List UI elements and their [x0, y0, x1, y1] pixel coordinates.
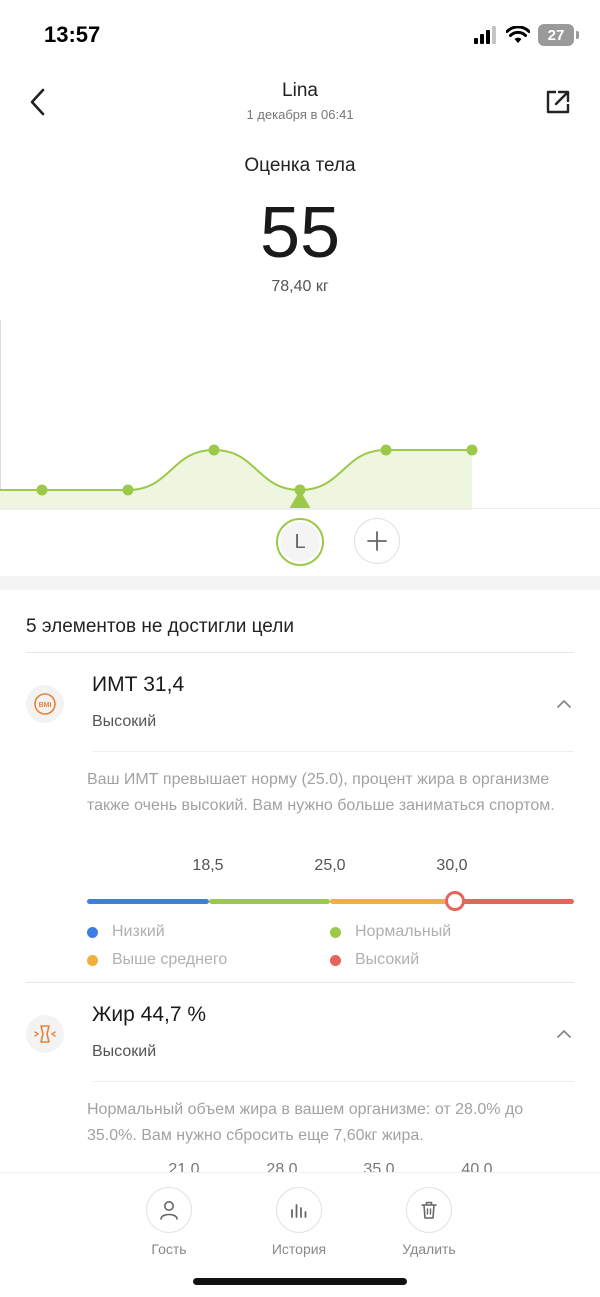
bmi-tick: 30,0: [436, 857, 468, 874]
chevron-up-icon: [557, 1030, 571, 1038]
chart-data-point: [208, 444, 220, 456]
status-time: 13:57: [44, 22, 101, 47]
legend-dot: [87, 926, 98, 938]
user-avatar[interactable]: L: [276, 518, 324, 566]
fat-status: Высокий: [92, 1043, 157, 1060]
delete-label: Удалить: [402, 1241, 456, 1257]
user-switcher: L: [0, 518, 600, 566]
legend-high: Высокий: [330, 951, 419, 969]
cellular-signal-icon: [474, 26, 496, 44]
bmi-tick: 18,5: [192, 857, 224, 874]
bmi-badge-icon: BMI: [34, 693, 56, 715]
delete-button-circle[interactable]: [406, 1187, 452, 1233]
scale-segment-above: [330, 899, 452, 904]
bmi-value-marker: [444, 891, 465, 911]
wifi-icon: [506, 26, 530, 43]
home-indicator: [193, 1278, 407, 1285]
bmi-description: Ваш ИМТ превышает норму (25.0), процент …: [87, 771, 555, 814]
chart-data-point: [36, 484, 48, 496]
score-trend-chart[interactable]: [0, 320, 600, 510]
chart-data-point: [466, 444, 478, 456]
add-user-button[interactable]: [354, 518, 400, 564]
share-icon: [546, 90, 570, 114]
chart-data-point: [122, 484, 134, 496]
bmi-collapse-button[interactable]: [554, 694, 574, 714]
person-icon: [160, 1201, 178, 1220]
scale-segment-high: [452, 899, 574, 904]
status-bar: 13:57 27: [0, 0, 600, 70]
section-divider: [0, 576, 600, 590]
fat-separator: [92, 1081, 574, 1082]
fat-icon: [26, 1015, 64, 1053]
guest-button-circle[interactable]: [146, 1187, 192, 1233]
legend-normal: Нормальный: [330, 923, 451, 941]
legend-dot: [87, 954, 98, 966]
goals-title: 5 элементов не достигли цели: [26, 616, 294, 637]
legend-low: Низкий: [87, 923, 165, 941]
bmi-tick: 25,0: [314, 857, 346, 874]
page-subtitle: 1 декабря в 06:41: [246, 107, 354, 122]
fat-metric-card: Жир 44,7 % Высокий Нормальный объем жира…: [0, 983, 600, 1173]
history-label: История: [271, 1241, 327, 1257]
bmi-metric-card: BMI ИМТ 31,4 Высокий Ваш ИМТ превышает н…: [0, 653, 600, 983]
fat-collapse-button[interactable]: [554, 1024, 574, 1044]
chart-data-point: [380, 444, 392, 456]
chart-area-fill: [0, 450, 472, 510]
page-title: Lina: [282, 80, 318, 101]
guest-label: Гость: [151, 1241, 187, 1257]
fat-description: Нормальный объем жира в вашем организме:…: [87, 1101, 524, 1144]
body-fat-icon: [34, 1025, 56, 1043]
battery-indicator: 27: [538, 24, 579, 46]
delete-button[interactable]: Удалить: [384, 1187, 474, 1257]
chart-baseline: [0, 508, 600, 509]
fat-title: Жир 44,7 %: [92, 1003, 207, 1026]
plus-icon: [367, 531, 387, 551]
share-button[interactable]: [540, 84, 576, 120]
bmi-scale: 18,5 25,0 30,0: [87, 857, 574, 917]
legend-label: Низкий: [112, 923, 165, 940]
guest-button[interactable]: Гость: [124, 1187, 214, 1257]
legend-label: Нормальный: [355, 923, 452, 940]
chevron-up-icon: [557, 700, 571, 708]
scale-segment-low: [87, 899, 209, 904]
legend-dot: [330, 954, 341, 966]
score-value: 55: [259, 193, 341, 273]
trash-icon: [421, 1201, 437, 1219]
weight-value: 78,40 кг: [271, 278, 329, 295]
bmi-status: Высокий: [92, 713, 157, 730]
nav-header: Lina 1 декабря в 06:41: [0, 70, 600, 140]
status-icons: 27: [474, 24, 579, 46]
legend-label: Выше среднего: [112, 951, 228, 968]
bar-chart-icon: [291, 1204, 307, 1218]
legend-dot: [330, 926, 341, 938]
bmi-icon-text: BMI: [39, 702, 52, 709]
bmi-title: ИМТ 31,4: [92, 673, 185, 696]
legend-label: Высокий: [355, 951, 420, 968]
user-initial: L: [280, 522, 320, 562]
scale-segment-normal: [209, 899, 330, 904]
history-button[interactable]: История: [254, 1187, 344, 1257]
bmi-icon: BMI: [26, 685, 64, 723]
score-label: Оценка тела: [244, 155, 356, 176]
bmi-separator: [92, 751, 574, 752]
history-button-circle[interactable]: [276, 1187, 322, 1233]
legend-above: Выше среднего: [87, 951, 227, 969]
